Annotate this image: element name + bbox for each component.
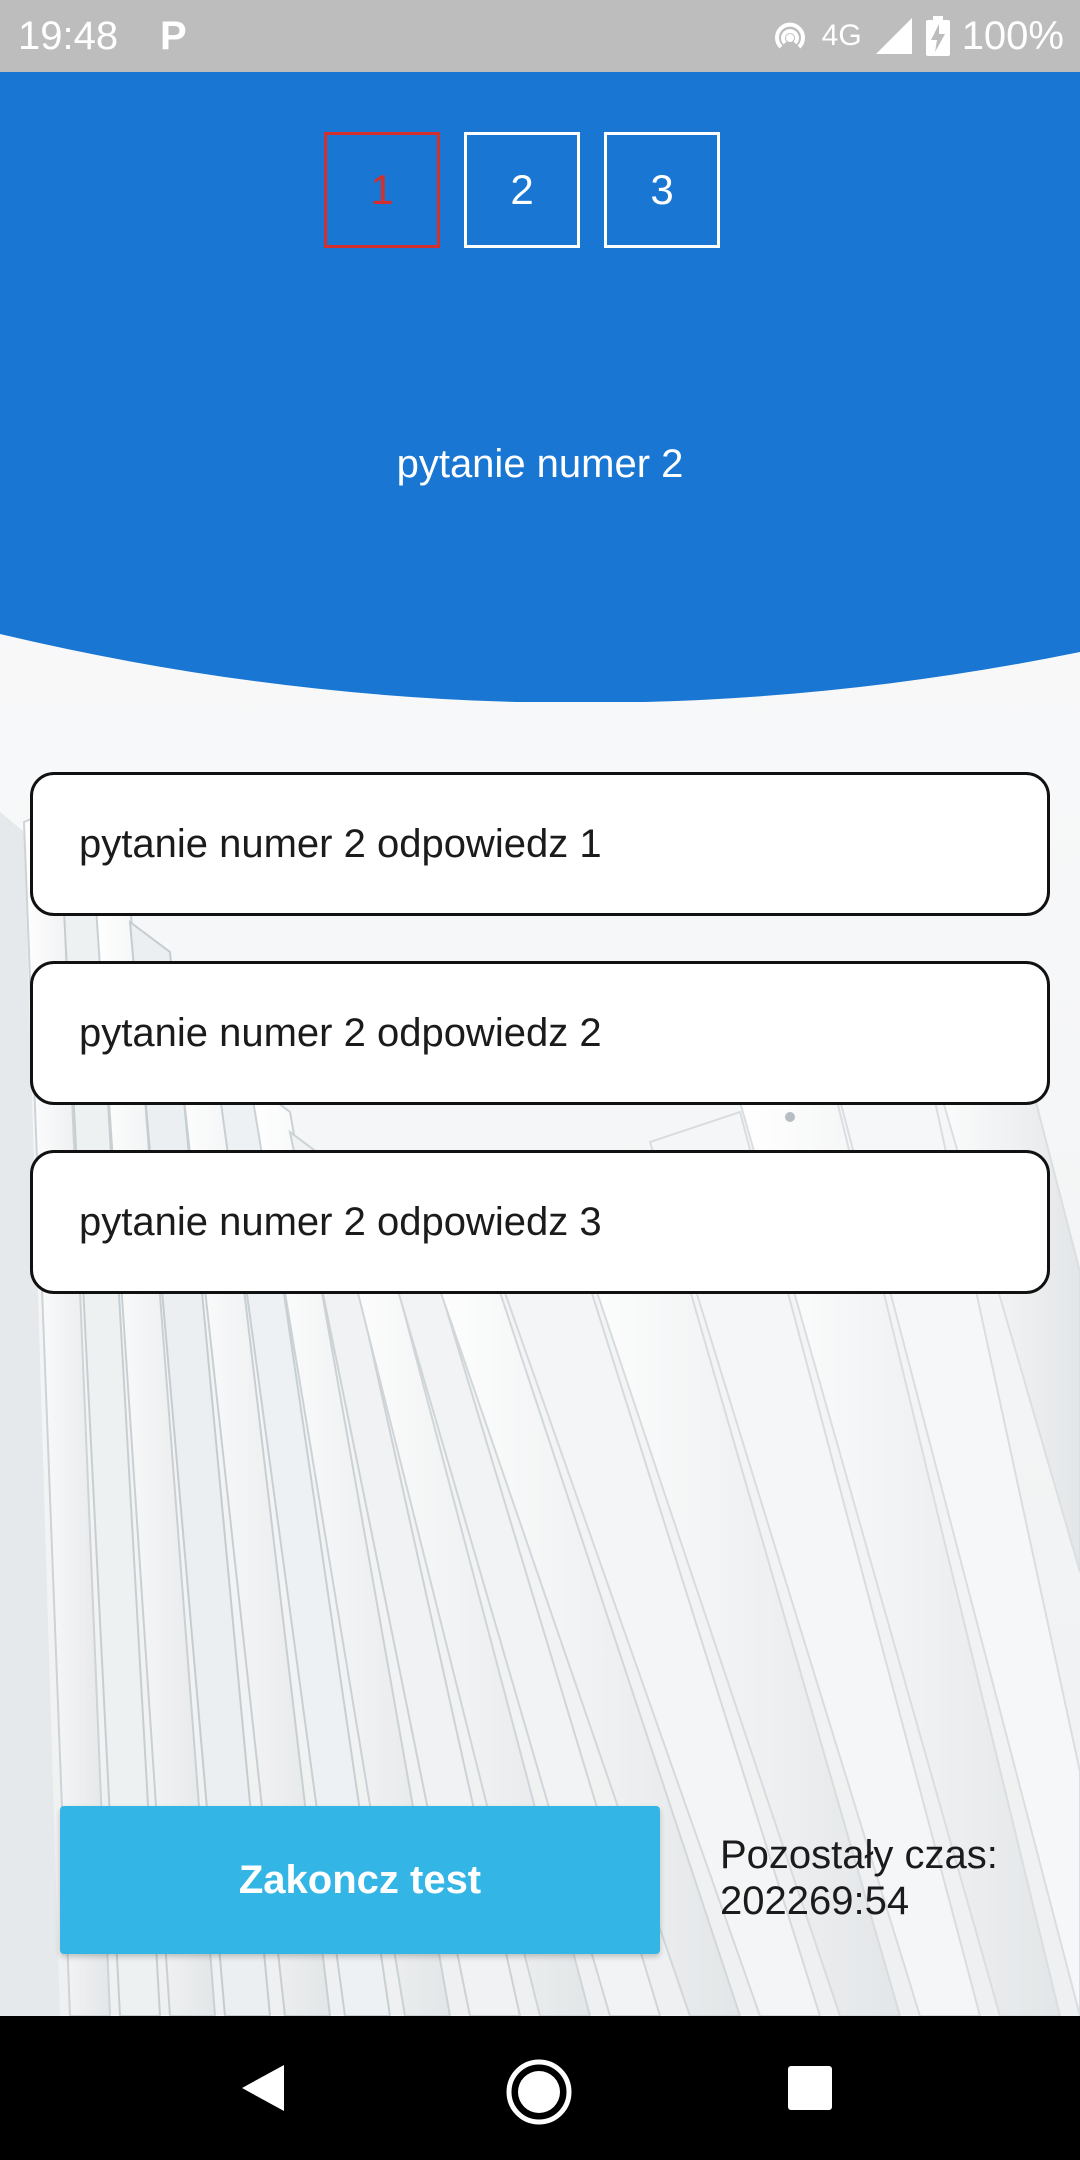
back-icon[interactable] <box>240 2063 286 2113</box>
status-time: 19:48 <box>18 14 119 58</box>
battery-charging-icon <box>925 16 950 56</box>
answer-option-3[interactable]: pytanie numer 2 odpowiedz 3 <box>30 1150 1050 1294</box>
network-type: 4G <box>821 19 862 52</box>
question-tab-2[interactable]: 2 <box>464 132 580 248</box>
timer-value: 202269:54 <box>720 1879 910 1923</box>
question-tab-3[interactable]: 3 <box>604 132 720 248</box>
answer-option-1[interactable]: pytanie numer 2 odpowiedz 1 <box>30 772 1050 916</box>
signal-icon <box>875 18 912 54</box>
remaining-time: Pozostały czas: 202269:54 <box>720 1832 998 1924</box>
question-header: 1 2 3 pytanie numer 2 <box>0 72 1080 702</box>
system-navigation-bar <box>0 2016 1080 2160</box>
status-icons: 4G 100% <box>770 12 1064 60</box>
question-tab-1[interactable]: 1 <box>324 132 440 248</box>
question-text: pytanie numer 2 <box>396 442 684 486</box>
question-navigator: 1 2 3 <box>324 132 720 248</box>
home-icon[interactable] <box>505 2058 573 2126</box>
timer-label: Pozostały czas: <box>720 1833 998 1877</box>
battery-percent: 100% <box>961 13 1064 58</box>
recents-icon[interactable] <box>786 2064 834 2112</box>
status-bar: 19:48 P 4G 100% <box>0 0 1080 72</box>
hotspot-icon <box>774 22 805 49</box>
answer-list: pytanie numer 2 odpowiedz 1 pytanie nume… <box>30 772 1050 1339</box>
answer-option-2[interactable]: pytanie numer 2 odpowiedz 2 <box>30 961 1050 1105</box>
end-test-button[interactable]: Zakoncz test <box>60 1806 660 1954</box>
app-notification-icon: P <box>160 14 187 58</box>
